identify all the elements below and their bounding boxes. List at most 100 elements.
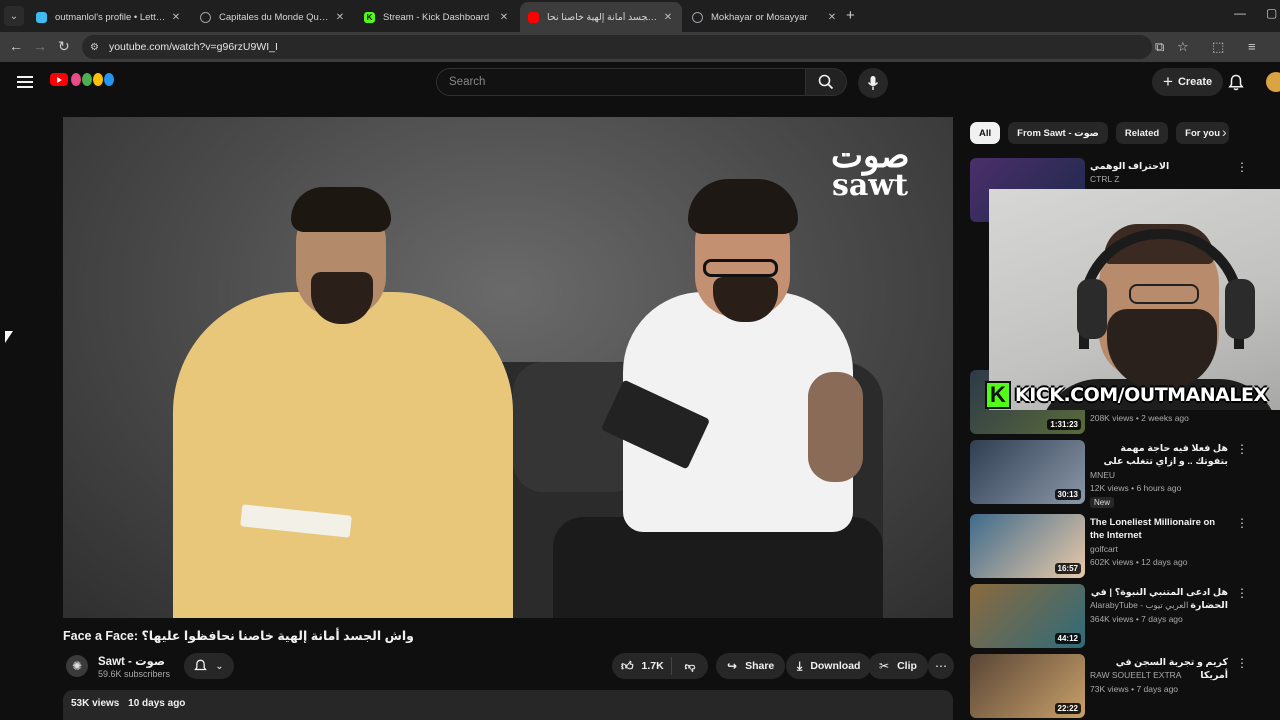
letterboxd-favicon-icon bbox=[36, 11, 47, 23]
share-label: Share bbox=[745, 660, 775, 672]
site-info-icon[interactable]: ⚙ bbox=[90, 42, 99, 53]
video-thumbnail[interactable]: 44:12 bbox=[970, 584, 1085, 648]
tab-close-icon[interactable]: ✕ bbox=[170, 12, 182, 23]
extensions-icon[interactable]: ⬚ bbox=[1212, 39, 1224, 55]
video-channel[interactable]: golfcart bbox=[1090, 544, 1118, 554]
chevron-down-icon: ⌄ bbox=[215, 660, 224, 672]
video-thumbnail[interactable]: 30:13 bbox=[970, 440, 1085, 504]
video-scene-person-left-hair bbox=[291, 187, 391, 232]
share-button[interactable]: ↪ Share bbox=[716, 653, 786, 679]
video-meta: 208K views • 2 weeks ago bbox=[1090, 413, 1189, 423]
video-title[interactable]: الاحتراف الوهمي bbox=[1090, 160, 1228, 173]
video-scene-person-right-hair bbox=[688, 179, 798, 234]
kick-logo-icon: K bbox=[985, 381, 1011, 409]
guide-menu-icon[interactable] bbox=[17, 76, 33, 88]
browser-toolbar: ← → ↻ ⚙ youtube.com/watch?v=g96rzU9WI_I … bbox=[0, 32, 1280, 62]
video-channel[interactable]: CTRL Z bbox=[1090, 174, 1119, 184]
thumbs-up-icon: 👍︎ bbox=[621, 658, 634, 673]
video-scene-glasses bbox=[703, 259, 778, 277]
recommended-video[interactable]: 22:22 كريم و تجربة السجن في أمريكا RAW S… bbox=[970, 654, 1265, 718]
youtube-masthead: Search + Create bbox=[0, 62, 1280, 104]
address-bar[interactable]: ⚙ youtube.com/watch?v=g96rzU9WI_I bbox=[82, 35, 1152, 59]
tab-close-icon[interactable]: ✕ bbox=[498, 12, 510, 23]
video-title[interactable]: هل فعلا فيه حاجة مهمة بتفوتك .. و ازاي ت… bbox=[1090, 442, 1228, 470]
chip-from-channel[interactable]: From Sawt - صوت bbox=[1008, 122, 1108, 144]
webcam-headphone-cup-right bbox=[1225, 279, 1255, 339]
video-title[interactable]: The Loneliest Millionaire on the Interne… bbox=[1090, 516, 1228, 542]
account-avatar[interactable] bbox=[1266, 72, 1280, 92]
video-player[interactable]: صوت sawt bbox=[63, 117, 953, 618]
voice-search-button[interactable] bbox=[858, 68, 888, 98]
download-icon: ⤓ bbox=[797, 658, 803, 673]
install-app-icon[interactable]: ⧉ bbox=[1155, 39, 1164, 55]
tab-close-icon[interactable]: ✕ bbox=[826, 12, 838, 23]
tab-title: Mokhayar or Mosayyar bbox=[711, 11, 808, 23]
recommended-video[interactable]: 30:13 هل فعلا فيه حاجة مهمة بتفوتك .. و … bbox=[970, 440, 1265, 508]
search-icon bbox=[818, 74, 834, 90]
chip-all[interactable]: All bbox=[970, 122, 1001, 144]
more-options-icon[interactable]: ⋮ bbox=[1236, 442, 1248, 456]
video-scene-person-right-legs bbox=[553, 517, 883, 618]
dislike-button[interactable]: 👎︎ bbox=[672, 660, 708, 673]
youtube-logo[interactable] bbox=[50, 73, 114, 86]
share-arrow-icon: ↪ bbox=[727, 659, 738, 673]
notifications-button[interactable] bbox=[1228, 74, 1244, 96]
new-tab-button[interactable]: + bbox=[846, 7, 855, 24]
more-options-icon[interactable]: ⋮ bbox=[1236, 516, 1248, 530]
like-button[interactable]: 👍︎ 1.7K bbox=[612, 657, 672, 675]
chip-related[interactable]: Related bbox=[1115, 122, 1169, 144]
youtube-play-icon bbox=[50, 73, 68, 86]
browser-tab[interactable]: outmanlol's profile • Letterboxd ✕ bbox=[28, 4, 190, 30]
doodle-logo-icon bbox=[71, 73, 114, 86]
more-options-icon[interactable]: ⋮ bbox=[1236, 586, 1248, 600]
recommended-video[interactable]: 16:57 The Loneliest Millionaire on the I… bbox=[970, 514, 1265, 578]
video-channel[interactable]: AlarabyTube - العربي تيوب bbox=[1090, 600, 1188, 611]
minimize-window-icon[interactable]: — bbox=[1234, 6, 1246, 20]
upload-date: 10 days ago bbox=[128, 698, 186, 709]
browser-tab[interactable]: Mokhayar or Mosayyar ✕ bbox=[684, 4, 846, 30]
recommended-video[interactable]: 44:12 هل ادعى المتنبي النبوة؟ | في الحضا… bbox=[970, 584, 1265, 648]
clip-button[interactable]: ✂ Clip bbox=[868, 653, 928, 679]
sawt-logo-bottom: sawt bbox=[831, 168, 908, 203]
subscribed-notifications-button[interactable]: ⌄ bbox=[184, 653, 234, 679]
tab-close-icon[interactable]: ✕ bbox=[662, 12, 674, 23]
video-meta: 12K views • 6 hours ago bbox=[1090, 483, 1182, 493]
view-count: 53K views bbox=[71, 698, 120, 709]
subscriber-count: 59.6K subscribers bbox=[98, 669, 171, 679]
bookmark-star-icon[interactable]: ☆ bbox=[1177, 39, 1189, 55]
new-badge: New bbox=[1090, 497, 1115, 508]
create-button[interactable]: + Create bbox=[1152, 68, 1224, 96]
download-button[interactable]: ⤓ Download bbox=[786, 653, 872, 679]
clip-label: Clip bbox=[897, 660, 917, 672]
browser-tab[interactable]: Capitales du Monde Quiz - Jeu ✕ bbox=[192, 4, 354, 30]
browser-tab-active[interactable]: واش الجسد أمانة إلهية خاصنا نحا ✕ bbox=[520, 2, 682, 32]
video-thumbnail[interactable]: 22:22 bbox=[970, 654, 1085, 718]
back-button[interactable]: ← bbox=[9, 38, 23, 54]
kick-channel-url: KICK.COM/OUTMANALEX bbox=[1015, 384, 1268, 406]
reload-button[interactable]: ↻ bbox=[58, 38, 70, 55]
kick-favicon-icon: K bbox=[364, 11, 375, 23]
channel-name[interactable]: Sawt - صوت bbox=[98, 654, 165, 668]
video-channel[interactable]: RAW SOUEELT EXTRA bbox=[1090, 670, 1181, 680]
scissors-icon: ✂ bbox=[879, 659, 890, 673]
more-options-icon[interactable]: ⋮ bbox=[1236, 160, 1248, 174]
description-box[interactable]: 53K views 10 days ago bbox=[63, 690, 953, 720]
url-text: youtube.com/watch?v=g96rzU9WI_I bbox=[108, 41, 278, 53]
channel-avatar[interactable]: ✺ bbox=[66, 655, 88, 677]
search-input[interactable]: Search bbox=[436, 68, 806, 96]
chevron-right-icon[interactable]: › bbox=[1222, 124, 1227, 140]
browser-tab[interactable]: K Stream - Kick Dashboard ✕ bbox=[356, 4, 518, 30]
maximize-window-icon[interactable]: ▢ bbox=[1266, 6, 1277, 20]
reading-list-icon[interactable]: ≡ bbox=[1248, 39, 1256, 54]
video-thumbnail[interactable]: 16:57 bbox=[970, 514, 1085, 578]
video-scene-person-left bbox=[173, 292, 513, 618]
more-actions-button[interactable]: ⋯ bbox=[928, 653, 954, 679]
microphone-icon bbox=[867, 76, 879, 90]
search-button[interactable] bbox=[805, 68, 847, 96]
forward-button[interactable]: → bbox=[33, 38, 47, 54]
video-meta: 364K views • 7 days ago bbox=[1090, 614, 1183, 624]
more-options-icon[interactable]: ⋮ bbox=[1236, 656, 1248, 670]
tab-search-button[interactable]: ⌄ bbox=[4, 6, 24, 26]
video-channel[interactable]: MNEU bbox=[1090, 470, 1115, 480]
tab-close-icon[interactable]: ✕ bbox=[334, 12, 346, 23]
